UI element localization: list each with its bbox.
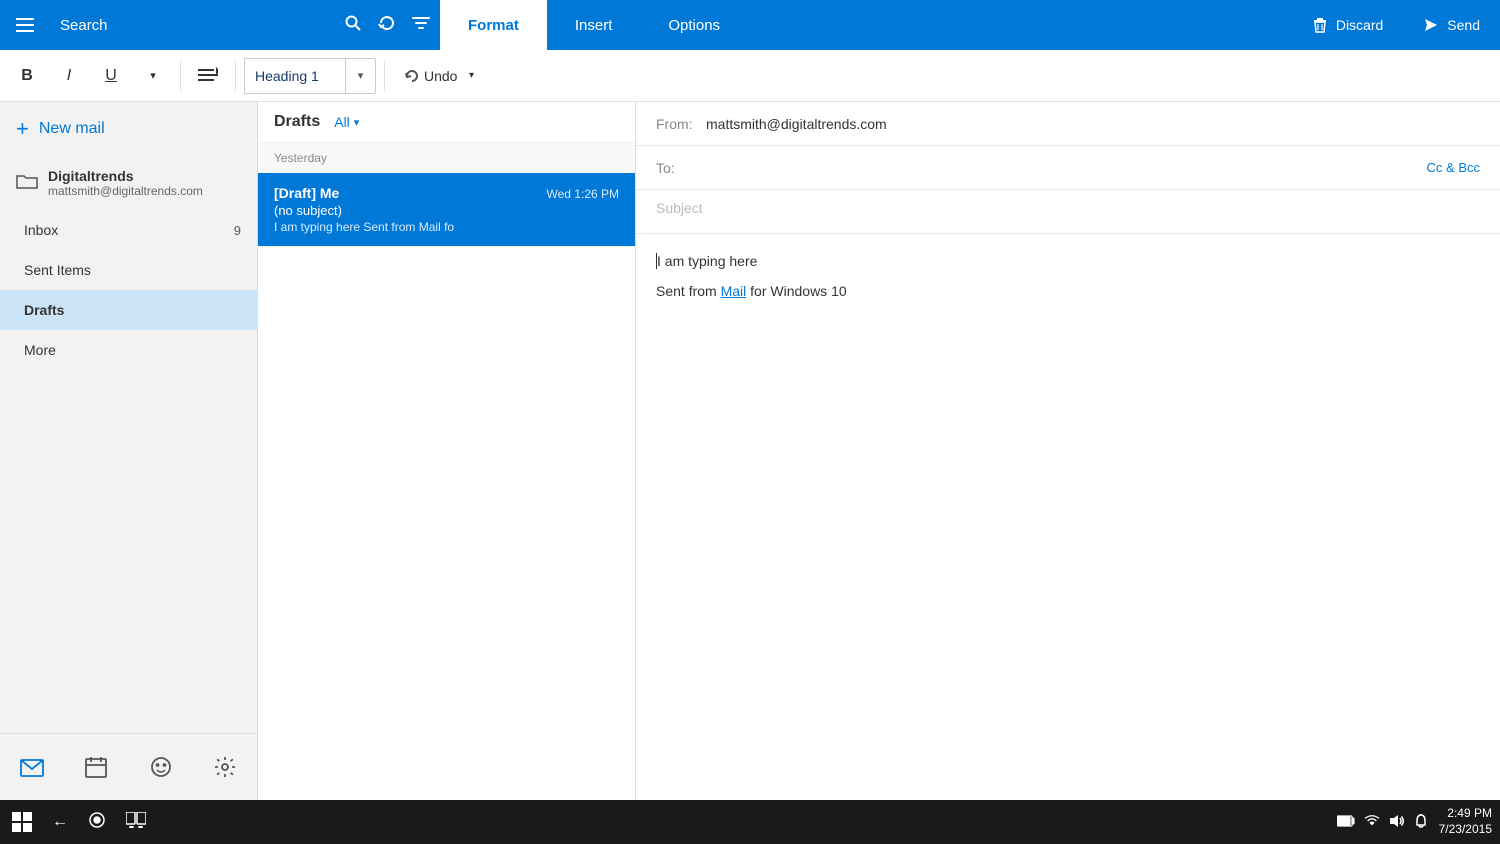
account-email: mattsmith@digitaltrends.com xyxy=(48,184,203,198)
send-button[interactable]: Send xyxy=(1403,0,1500,50)
cc-bcc-button[interactable]: Cc & Bcc xyxy=(1427,160,1480,175)
from-field: From: mattsmith@digitaltrends.com xyxy=(636,102,1500,146)
hamburger-menu[interactable] xyxy=(0,0,50,50)
search-icon[interactable] xyxy=(344,14,362,37)
windows-logo xyxy=(12,812,32,832)
search-label: Search xyxy=(60,17,336,34)
sidebar-item-inbox[interactable]: Inbox 9 xyxy=(0,210,257,250)
underline-button[interactable]: U xyxy=(92,57,130,95)
send-label: Send xyxy=(1447,17,1480,33)
divider-2 xyxy=(235,61,236,91)
taskbar-clock: 2:49 PM 7/23/2015 xyxy=(1439,806,1492,837)
divider-1 xyxy=(180,61,181,91)
taskbar-back-button[interactable]: ← xyxy=(48,809,72,835)
new-mail-plus-icon: + xyxy=(16,118,29,140)
new-mail-button[interactable]: + New mail xyxy=(0,102,257,156)
new-mail-label: New mail xyxy=(39,120,105,138)
mail-link[interactable]: Mail xyxy=(721,283,747,299)
mail-preview: I am typing here Sent from Mail fo xyxy=(274,220,594,234)
undo-button[interactable]: Undo ▾ xyxy=(393,58,492,94)
notification-icon xyxy=(1413,813,1429,832)
filter-chevron-icon: ▾ xyxy=(354,116,360,129)
tab-options[interactable]: Options xyxy=(640,0,748,50)
heading-dropdown-arrow[interactable]: ▾ xyxy=(345,58,375,94)
sidebar-footer xyxy=(0,733,257,800)
account-section[interactable]: Digitaltrends mattsmith@digitaltrends.co… xyxy=(0,156,257,210)
filter-icon[interactable] xyxy=(412,14,430,37)
divider-3 xyxy=(384,61,385,91)
sidebar-item-sent[interactable]: Sent Items xyxy=(0,250,257,290)
emoji-nav-button[interactable] xyxy=(136,742,186,792)
mail-time: Wed 1:26 PM xyxy=(547,187,619,201)
body-line-2: Sent from Mail for Windows 10 xyxy=(656,280,1480,302)
wifi-icon xyxy=(1363,814,1381,831)
sidebar-item-drafts[interactable]: Drafts xyxy=(0,290,257,330)
tab-format[interactable]: Format xyxy=(440,0,547,50)
mail-list-header: Drafts All ▾ xyxy=(258,102,635,143)
rtl-align-button[interactable] xyxy=(189,57,227,95)
mail-item-draft1[interactable]: [Draft] Me Wed 1:26 PM (no subject) I am… xyxy=(258,173,635,247)
to-label: To: xyxy=(656,160,706,176)
mail-nav-button[interactable] xyxy=(7,742,57,792)
italic-button[interactable]: I xyxy=(50,57,88,95)
battery-icon xyxy=(1337,814,1355,831)
to-input[interactable] xyxy=(706,160,1427,176)
filter-button[interactable]: All ▾ xyxy=(328,112,365,132)
mail-sender: [Draft] Me xyxy=(274,185,339,201)
sync-icon[interactable] xyxy=(378,14,396,37)
from-value: mattsmith@digitaltrends.com xyxy=(706,116,1480,132)
discard-label: Discard xyxy=(1336,17,1383,33)
mail-subject: (no subject) xyxy=(274,203,619,218)
heading-label: Heading 1 xyxy=(245,68,345,84)
folder-icon xyxy=(16,172,38,195)
undo-dropdown-arrow[interactable]: ▾ xyxy=(461,58,481,94)
undo-label: Undo xyxy=(424,68,457,84)
subject-field[interactable]: Subject xyxy=(636,190,1500,234)
mail-date-header: Yesterday xyxy=(258,143,635,173)
taskbar-cortana-button[interactable] xyxy=(84,807,110,838)
compose-body[interactable]: I am typing here Sent from Mail for Wind… xyxy=(636,234,1500,800)
taskbar-sys-tray: 2:49 PM 7/23/2015 xyxy=(1337,806,1492,837)
mail-list-title: Drafts xyxy=(274,113,320,131)
calendar-nav-button[interactable] xyxy=(71,742,121,792)
from-label: From: xyxy=(656,116,706,132)
account-info: Digitaltrends mattsmith@digitaltrends.co… xyxy=(48,168,203,198)
body-line-1: I am typing here xyxy=(656,250,1480,272)
settings-nav-button[interactable] xyxy=(200,742,250,792)
sidebar-item-more[interactable]: More xyxy=(0,330,257,370)
subject-placeholder: Subject xyxy=(656,200,703,216)
text-format-dropdown-arrow[interactable]: ▾ xyxy=(134,57,172,95)
discard-button[interactable]: Discard xyxy=(1292,0,1403,50)
to-field[interactable]: To: Cc & Bcc xyxy=(636,146,1500,190)
heading-dropdown[interactable]: Heading 1 ▾ xyxy=(244,58,376,94)
inbox-badge: 9 xyxy=(234,223,241,238)
tab-insert[interactable]: Insert xyxy=(547,0,641,50)
compose-panel: From: mattsmith@digitaltrends.com To: Cc… xyxy=(636,102,1500,800)
account-name: Digitaltrends xyxy=(48,168,203,184)
taskbar-task-view-button[interactable] xyxy=(122,808,150,837)
volume-icon xyxy=(1389,813,1405,832)
start-button[interactable] xyxy=(8,808,36,836)
bold-button[interactable]: B xyxy=(8,57,46,95)
